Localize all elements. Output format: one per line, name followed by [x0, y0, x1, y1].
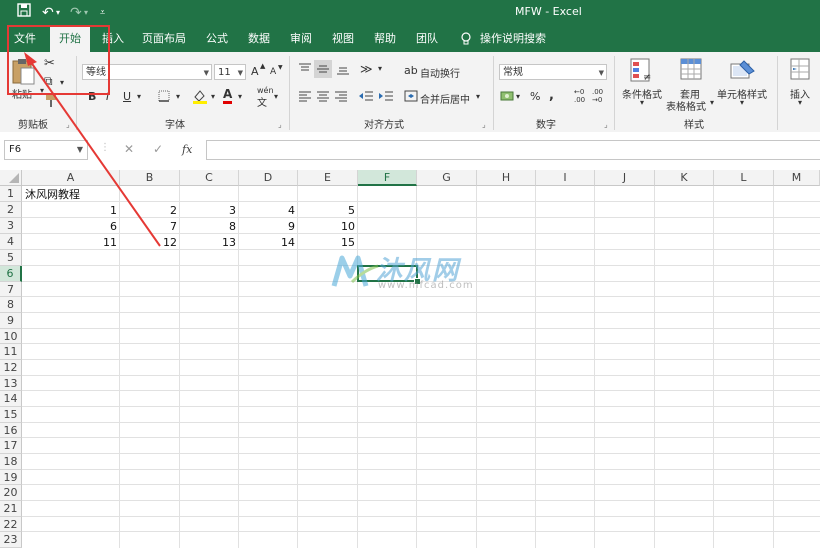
- annotation-arrow-head-icon: [24, 52, 37, 66]
- annotation-highlight-box: [7, 25, 110, 95]
- annotation-overlay: [7, 25, 161, 247]
- annotation-arrow-line: [27, 57, 161, 247]
